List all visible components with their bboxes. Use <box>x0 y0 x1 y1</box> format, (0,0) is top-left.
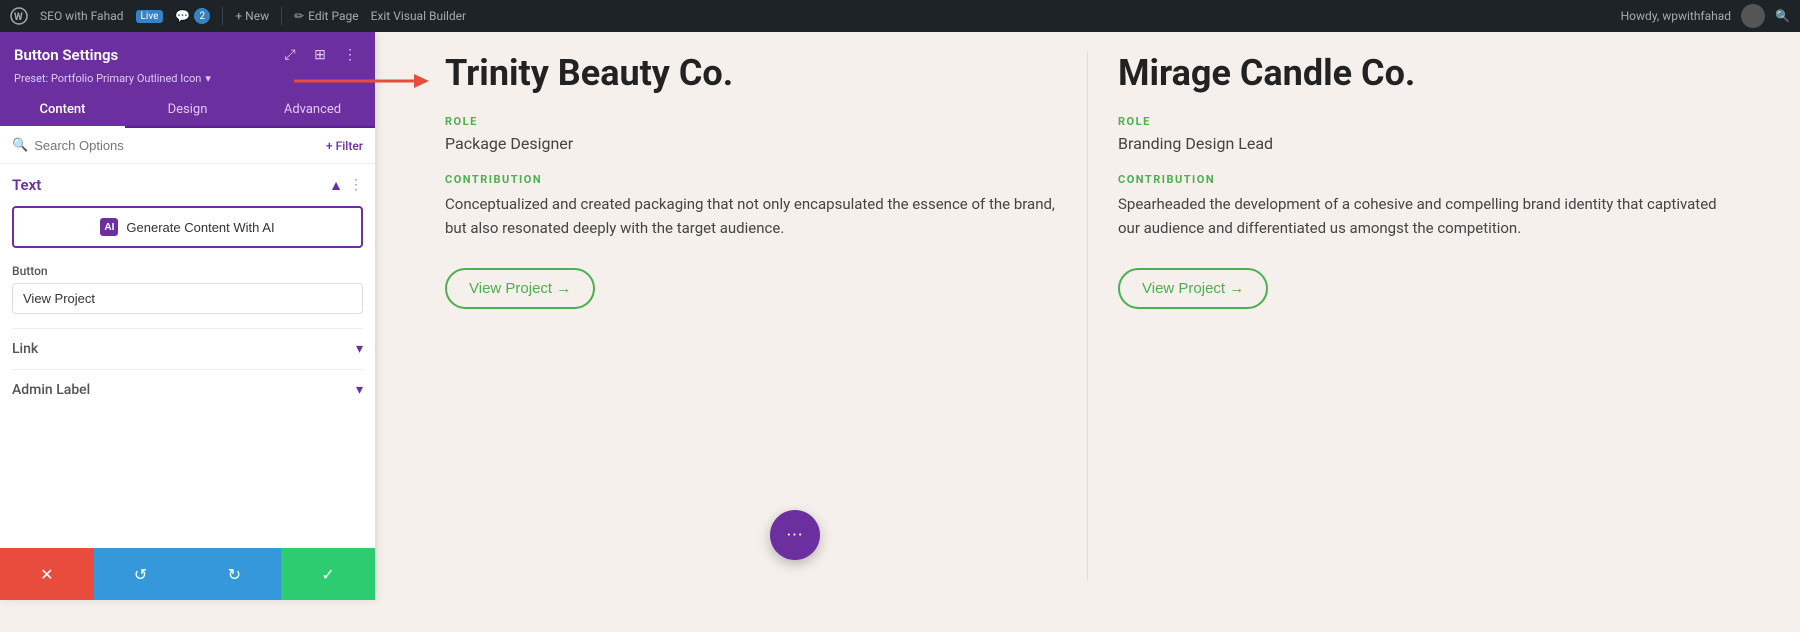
card1-role: Package Designer <box>445 134 1057 153</box>
card1-view-project-button[interactable]: View Project → <box>445 268 595 309</box>
preset-row: Preset: Portfolio Primary Outlined Icon … <box>14 72 361 85</box>
fab-icon: ··· <box>786 525 803 546</box>
user-avatar <box>1741 4 1765 28</box>
panel-content: Text ▲ ⋮ AI Generate Content With AI But… <box>0 164 375 548</box>
card2-role: Branding Design Lead <box>1118 134 1730 153</box>
card2-contribution: Spearheaded the development of a cohesiv… <box>1118 192 1730 240</box>
divider <box>222 7 223 25</box>
svg-text:W: W <box>14 12 23 23</box>
redo-button[interactable]: ↻ <box>188 548 282 600</box>
new-button[interactable]: + New <box>235 9 269 23</box>
text-section-title: Text <box>12 176 41 194</box>
site-name[interactable]: SEO with Fahad <box>40 9 124 23</box>
live-badge: Live <box>136 10 164 23</box>
save-button[interactable]: ✓ <box>281 548 375 600</box>
panel-tabs: Content Design Advanced <box>0 93 375 128</box>
ai-icon: AI <box>100 218 118 236</box>
tab-design[interactable]: Design <box>125 93 250 128</box>
admin-label-chevron-icon: ▾ <box>356 382 363 398</box>
content-area: Trinity Beauty Co. ROLE Package Designer… <box>375 32 1800 600</box>
divider <box>281 7 282 25</box>
bottom-bar: ✕ ↺ ↻ ✓ <box>0 548 375 600</box>
sidebar-panel: Button Settings ⤢ ⊞ ⋮ Preset: Portfolio … <box>0 32 375 600</box>
user-greeting: Howdy, wpwithfahad <box>1621 9 1731 23</box>
generate-ai-button[interactable]: AI Generate Content With AI <box>12 206 363 248</box>
panel-header-icons: ⤢ ⊞ ⋮ <box>279 44 361 66</box>
link-section[interactable]: Link ▾ <box>12 328 363 369</box>
link-section-title: Link <box>12 341 38 357</box>
card-trinity: Trinity Beauty Co. ROLE Package Designer… <box>415 32 1087 600</box>
card2-contribution-label: CONTRIBUTION <box>1118 173 1730 186</box>
section-collapse-icon[interactable]: ▲ <box>329 177 343 194</box>
delete-button[interactable]: ✕ <box>0 548 94 600</box>
card-mirage: Mirage Candle Co. ROLE Branding Design L… <box>1088 32 1760 600</box>
admin-label-section[interactable]: Admin Label ▾ <box>12 369 363 410</box>
tab-advanced[interactable]: Advanced <box>250 93 375 128</box>
admin-label-title: Admin Label <box>12 382 90 398</box>
edit-page-link[interactable]: ✏ Edit Page <box>294 9 359 23</box>
card1-company: Trinity Beauty Co. <box>445 52 1057 95</box>
site-name-label: SEO with Fahad <box>40 9 124 23</box>
dots-icon[interactable]: ⋮ <box>339 44 361 66</box>
panel-header-top: Button Settings ⤢ ⊞ ⋮ <box>14 44 361 66</box>
red-arrow-indicator <box>284 66 444 96</box>
fab-button[interactable]: ··· <box>770 510 820 560</box>
resize-icon[interactable]: ⤢ <box>279 44 301 66</box>
undo-button[interactable]: ↺ <box>94 548 188 600</box>
button-field-label: Button <box>12 264 363 278</box>
text-section-header: Text ▲ ⋮ <box>12 176 363 194</box>
search-icon[interactable]: 🔍 <box>1775 9 1790 23</box>
card1-contribution: Conceptualized and created packaging tha… <box>445 192 1057 240</box>
preset-label: Preset: Portfolio Primary Outlined Icon … <box>14 72 211 85</box>
admin-bar-right: Howdy, wpwithfahad 🔍 <box>1621 4 1790 28</box>
search-options-input[interactable] <box>34 138 320 153</box>
card1-contribution-label: CONTRIBUTION <box>445 173 1057 186</box>
grid-icon[interactable]: ⊞ <box>309 44 331 66</box>
card1-role-label: ROLE <box>445 115 1057 128</box>
panel-header: Button Settings ⤢ ⊞ ⋮ Preset: Portfolio … <box>0 32 375 93</box>
comment-count[interactable]: 💬 2 <box>175 8 210 24</box>
card2-company: Mirage Candle Co. <box>1118 52 1730 95</box>
search-icon: 🔍 <box>12 138 28 153</box>
search-bar: 🔍 + Filter <box>0 128 375 164</box>
button-text-input[interactable] <box>12 283 363 314</box>
section-options-icon[interactable]: ⋮ <box>349 177 363 193</box>
tab-content[interactable]: Content <box>0 93 125 128</box>
exit-builder-link[interactable]: Exit Visual Builder <box>371 9 467 23</box>
card2-role-label: ROLE <box>1118 115 1730 128</box>
card2-view-project-button[interactable]: View Project → <box>1118 268 1268 309</box>
wp-logo[interactable]: W <box>10 7 28 25</box>
link-chevron-icon: ▾ <box>356 341 363 357</box>
panel-title: Button Settings <box>14 46 118 64</box>
admin-bar: W SEO with Fahad Live 💬 2 + New ✏ Edit P… <box>0 0 1800 32</box>
comment-badge: 2 <box>194 8 210 24</box>
main-wrapper: Button Settings ⤢ ⊞ ⋮ Preset: Portfolio … <box>0 32 1800 600</box>
section-controls: ▲ ⋮ <box>329 177 363 194</box>
filter-button[interactable]: + Filter <box>326 139 363 153</box>
